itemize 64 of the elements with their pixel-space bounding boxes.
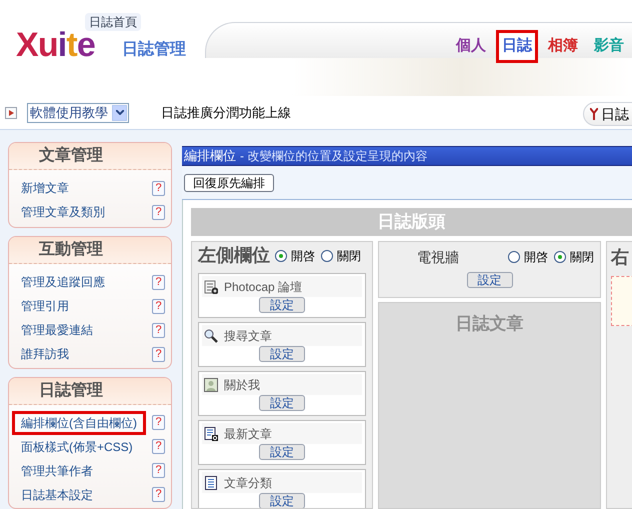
nav-tab[interactable]: 個人 bbox=[450, 30, 492, 62]
radio-button[interactable] bbox=[554, 251, 566, 263]
tutorial-select[interactable]: 軟體使用教學 bbox=[27, 102, 129, 122]
settings-button[interactable]: 設定 bbox=[259, 297, 305, 313]
help-button[interactable]: ? bbox=[152, 487, 165, 502]
help-button[interactable]: ? bbox=[152, 204, 165, 220]
nav-tab[interactable]: 日誌 bbox=[496, 30, 538, 62]
help-button[interactable]: ? bbox=[152, 463, 165, 478]
sidebar-link[interactable]: 管理文章及類別 bbox=[12, 200, 114, 224]
help-button[interactable]: ? bbox=[152, 180, 165, 196]
play-button[interactable] bbox=[5, 106, 17, 118]
caret-icon bbox=[116, 110, 124, 115]
nav-tab[interactable]: 相簿 bbox=[542, 30, 584, 62]
radio-label: 開啓 bbox=[291, 248, 315, 264]
panel-title: 電視牆 bbox=[417, 248, 459, 266]
radio-button[interactable] bbox=[508, 251, 520, 263]
panel-title: 互動管理 bbox=[39, 240, 103, 260]
sidebar-link[interactable]: 誰拜訪我 bbox=[12, 342, 78, 366]
widget-title: 最新文章 bbox=[224, 426, 272, 442]
radio-button[interactable] bbox=[321, 250, 333, 262]
help-button[interactable]: ? bbox=[152, 298, 165, 314]
play-icon bbox=[8, 110, 14, 116]
logo-subtitle: 日誌管理 bbox=[122, 39, 186, 60]
blog-button[interactable]: 日誌 bbox=[583, 102, 632, 126]
sidebar-link[interactable]: 管理共筆作者 bbox=[12, 458, 102, 483]
column-title: 左側欄位 bbox=[198, 244, 270, 267]
sidebar-link[interactable]: 編排欄位(含自由欄位) bbox=[12, 410, 146, 435]
sidebar-link[interactable]: 管理最愛連結 bbox=[12, 318, 102, 342]
help-button[interactable]: ? bbox=[152, 415, 165, 430]
zone-title: 日誌文章 bbox=[456, 313, 524, 335]
radio-button[interactable] bbox=[275, 250, 287, 262]
widget-profile-icon bbox=[204, 378, 218, 392]
widget-title: 關於我 bbox=[224, 376, 260, 394]
panel-title: 日誌管理 bbox=[39, 380, 103, 401]
antenna-icon bbox=[590, 108, 598, 120]
settings-button[interactable]: 設定 bbox=[259, 395, 305, 411]
home-link[interactable]: 日誌首頁 bbox=[85, 13, 141, 31]
sidebar-link[interactable]: 日誌基本設定 bbox=[12, 482, 102, 507]
widget-title: 文章分類 bbox=[224, 474, 272, 492]
column-title: 右 bbox=[611, 246, 630, 268]
radio-label: 關閉 bbox=[337, 248, 361, 264]
help-button[interactable]: ? bbox=[152, 322, 165, 338]
restore-button[interactable]: 回復原先編排 bbox=[184, 174, 274, 192]
settings-button[interactable]: 設定 bbox=[259, 493, 305, 508]
announcement-link[interactable]: 日誌推廣分潤功能上線 bbox=[161, 102, 291, 122]
widget-search-icon bbox=[204, 328, 218, 342]
section-subtitle: - 改變欄位的位置及設定呈現的內容 bbox=[240, 148, 428, 165]
settings-button[interactable]: 設定 bbox=[259, 346, 305, 362]
logo-text: Xuite bbox=[16, 28, 95, 62]
settings-button[interactable]: 設定 bbox=[466, 272, 512, 288]
panel-title: 文章管理 bbox=[39, 145, 103, 166]
help-button[interactable]: ? bbox=[152, 439, 165, 454]
help-button[interactable]: ? bbox=[152, 274, 165, 290]
help-button[interactable]: ? bbox=[152, 346, 165, 362]
sidebar-link[interactable]: 新增文章 bbox=[12, 176, 78, 200]
section-title: 編排欄位 bbox=[184, 147, 236, 166]
settings-button[interactable]: 設定 bbox=[259, 444, 305, 460]
widget-title: Photocap 論壇 bbox=[224, 278, 302, 296]
radio-label: 關閉 bbox=[570, 249, 594, 266]
sidebar-link[interactable]: 面板樣式(佈景+CSS) bbox=[12, 434, 142, 459]
widget-title: 搜尋文章 bbox=[224, 328, 272, 344]
radio-label: 開啓 bbox=[524, 249, 548, 266]
sidebar-link[interactable]: 管理及追蹤回應 bbox=[12, 270, 114, 294]
sidebar-link[interactable]: 管理引用 bbox=[12, 294, 78, 318]
